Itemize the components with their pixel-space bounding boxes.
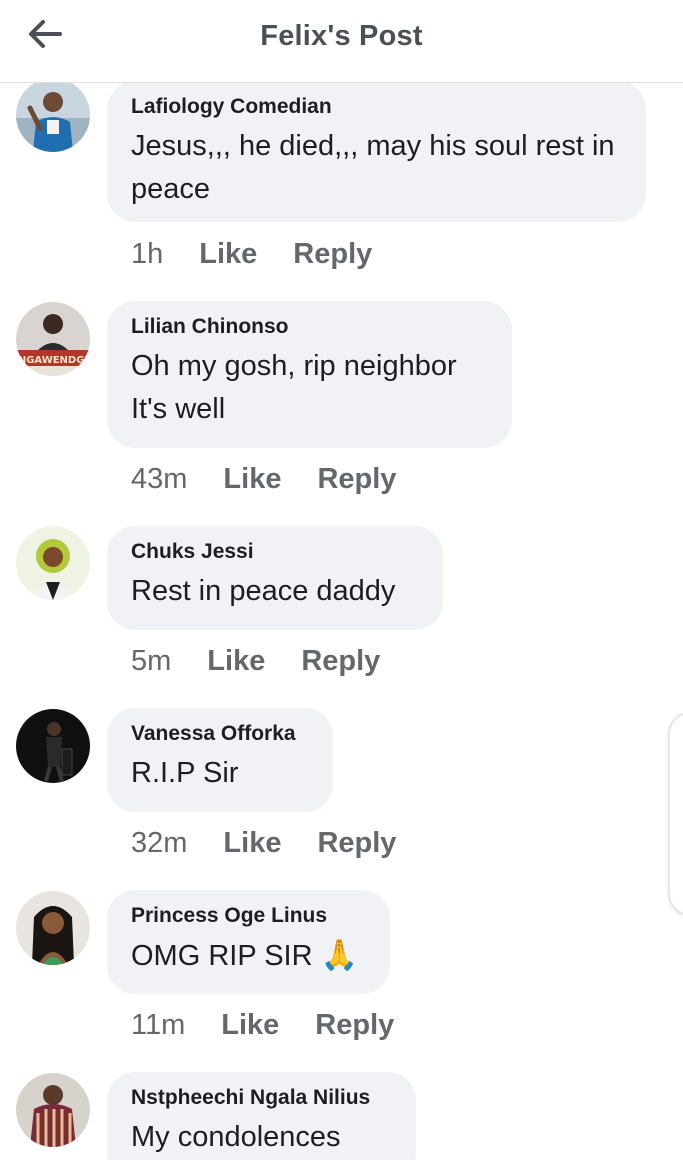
avatar[interactable] [16, 78, 90, 152]
avatar[interactable] [16, 891, 90, 965]
comment-author[interactable]: Lilian Chinonso [131, 315, 488, 339]
like-button[interactable]: Like [199, 238, 257, 271]
comment-bubble: Nstpheechi Ngala Nilius My condolences [107, 1072, 416, 1160]
comment-text: My condolences [131, 1121, 341, 1153]
comment-text: R.I.P Sir [131, 757, 239, 789]
reply-button[interactable]: Reply [315, 1009, 394, 1042]
comment-bubble: Vanessa Offorka R.I.P Sir [107, 708, 333, 812]
comment-time[interactable]: 32m [131, 827, 187, 860]
comment-text: OMG RIP SIR 🙏 [131, 934, 366, 978]
like-button[interactable]: Like [223, 463, 281, 496]
avatar-banner-text: NGAWENDGI [18, 355, 88, 366]
avatar[interactable] [16, 1073, 90, 1147]
page-title: Felix's Post [260, 20, 423, 52]
avatar[interactable]: NGAWENDGI [16, 302, 90, 376]
reply-button[interactable]: Reply [293, 238, 372, 271]
comment-text: Jesus,,, he died,,, may his soul rest in… [131, 130, 615, 205]
avatar[interactable] [16, 709, 90, 783]
side-panel-edge[interactable] [668, 712, 683, 916]
comment-text-line: Oh my gosh, rip neighbor [131, 350, 457, 382]
comment-text-content: OMG RIP SIR [131, 940, 313, 972]
post-comments-screen: Felix's Post Lafiology Comedian Jesus,,,… [0, 0, 683, 1160]
avatar[interactable] [16, 526, 90, 600]
comment-actions: 43m Like Reply [131, 463, 396, 496]
like-button[interactable]: Like [223, 827, 281, 860]
praying-hands-icon: 🙏 [320, 939, 358, 972]
like-button[interactable]: Like [221, 1009, 279, 1042]
comment-actions: 32m Like Reply [131, 827, 396, 860]
comment-actions: 5m Like Reply [131, 645, 380, 678]
comment-actions: 1h Like Reply [131, 238, 372, 271]
comment-author[interactable]: Princess Oge Linus [131, 904, 366, 928]
comment-time[interactable]: 43m [131, 463, 187, 496]
reply-button[interactable]: Reply [317, 463, 396, 496]
comment-bubble: Lafiology Comedian Jesus,,, he died,,, m… [107, 81, 646, 222]
comment-text: Rest in peace daddy [131, 575, 396, 607]
reply-button[interactable]: Reply [317, 827, 396, 860]
comment-time[interactable]: 11m [131, 1009, 185, 1042]
comment-author[interactable]: Chuks Jessi [131, 540, 419, 564]
comment-bubble: Chuks Jessi Rest in peace daddy [107, 526, 443, 630]
comment-author[interactable]: Nstpheechi Ngala Nilius [131, 1086, 392, 1110]
comment-author[interactable]: Lafiology Comedian [131, 95, 622, 119]
comment-actions: 11m Like Reply [131, 1009, 394, 1042]
comment-bubble: Lilian Chinonso Oh my gosh, rip neighbor… [107, 301, 512, 448]
comment-bubble: Princess Oge Linus OMG RIP SIR 🙏 [107, 890, 390, 994]
comment-time[interactable]: 1h [131, 238, 163, 271]
comment-author[interactable]: Vanessa Offorka [131, 722, 309, 746]
comment-time[interactable]: 5m [131, 645, 171, 678]
reply-button[interactable]: Reply [301, 645, 380, 678]
top-bar: Felix's Post [0, 0, 683, 83]
comment-text-line: It's well [131, 393, 226, 425]
like-button[interactable]: Like [207, 645, 265, 678]
